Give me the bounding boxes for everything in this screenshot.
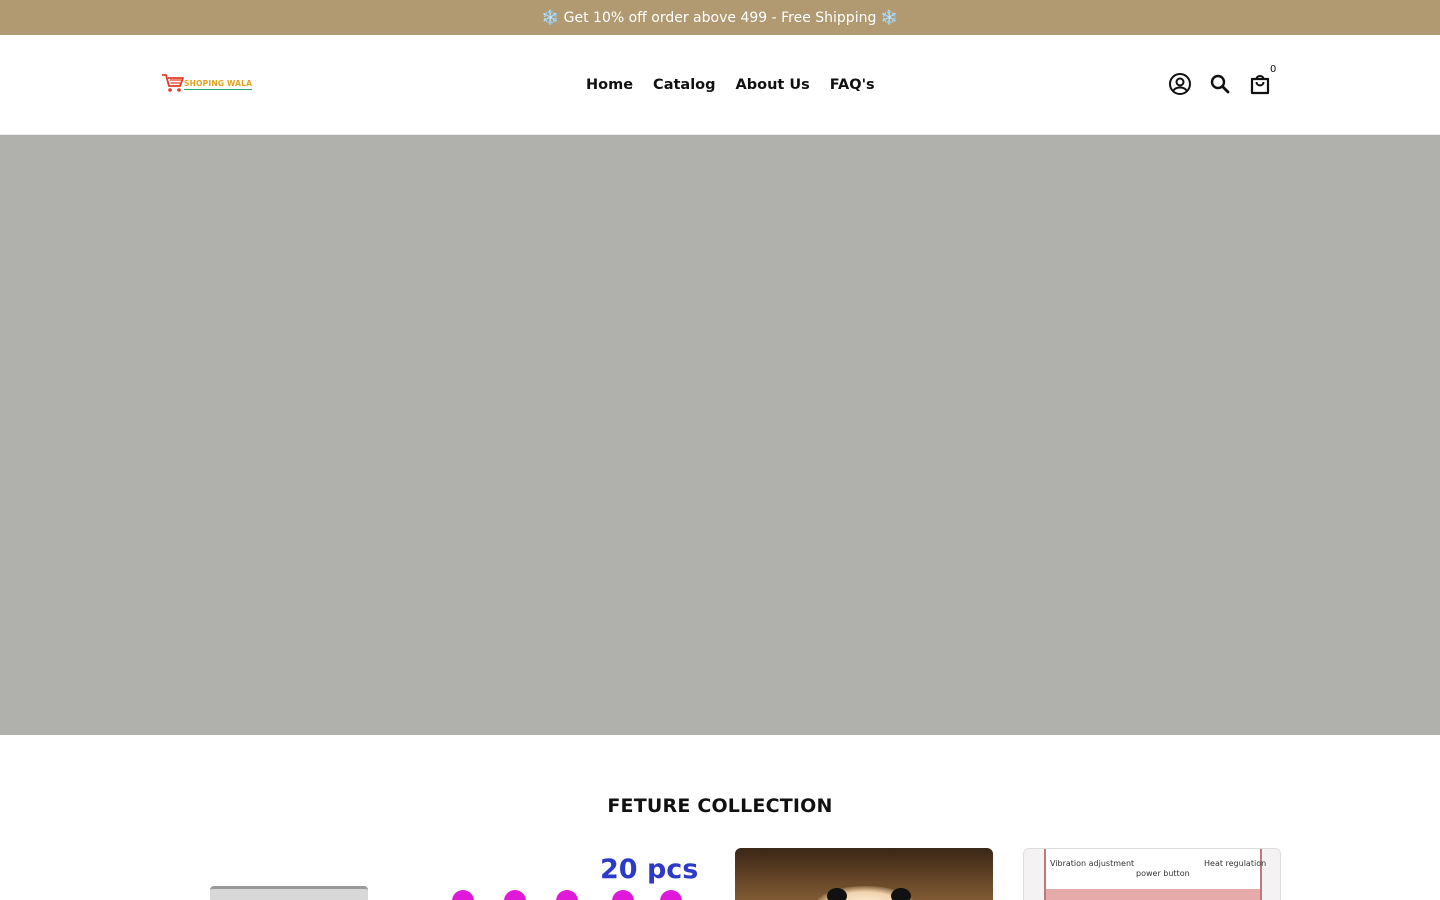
- product-image-2-ball: [556, 890, 578, 900]
- product-image-2-ball: [504, 890, 526, 900]
- product-image-1: [210, 886, 368, 900]
- nav-catalog[interactable]: Catalog: [653, 77, 715, 93]
- search-button[interactable]: [1208, 72, 1232, 96]
- hero-banner[interactable]: [0, 135, 1440, 735]
- product-image-4-band: [1046, 889, 1260, 900]
- account-button[interactable]: [1168, 72, 1192, 96]
- product-card-2[interactable]: 20 pcs: [448, 848, 706, 900]
- shopping-bag-icon: [1248, 72, 1272, 96]
- site-logo[interactable]: SHOPING WALA: [160, 70, 253, 100]
- search-icon: [1208, 72, 1232, 96]
- product-image-4-label: Heat regulation: [1204, 859, 1267, 868]
- product-image-4-label: power button: [1136, 869, 1190, 878]
- product-image-2-ball: [660, 890, 682, 900]
- nav-about-us[interactable]: About Us: [736, 77, 810, 93]
- shopping-cart-icon: [160, 70, 186, 100]
- product-image-2-ball: [612, 890, 634, 900]
- product-image-2-ball: [452, 890, 474, 900]
- section-title: FETURE COLLECTION: [607, 795, 833, 817]
- cart-button[interactable]: [1248, 72, 1272, 96]
- main-nav: Home Catalog About Us FAQ's: [586, 75, 875, 95]
- announcement-text: ❄️ Get 10% off order above 499 - Free Sh…: [541, 9, 899, 26]
- product-card-1[interactable]: [160, 848, 418, 900]
- logo-text: SHOPING WALA: [184, 79, 253, 90]
- product-image-3-ear: [891, 888, 911, 900]
- product-image-3-ear: [827, 888, 847, 900]
- announcement-bar: ❄️ Get 10% off order above 499 - Free Sh…: [0, 0, 1440, 35]
- product-image-2-text: 20 pcs: [600, 854, 699, 885]
- product-card-4[interactable]: Vibration adjustment power button Heat r…: [1023, 848, 1281, 900]
- product-image-4-label: Vibration adjustment: [1050, 859, 1135, 868]
- site-header: SHOPING WALA Home Catalog About Us FAQ's: [0, 35, 1440, 135]
- cart-count-badge: 0: [1270, 64, 1277, 75]
- nav-faqs[interactable]: FAQ's: [830, 77, 875, 93]
- nav-home[interactable]: Home: [586, 77, 633, 93]
- header-icons: 0: [1168, 64, 1280, 98]
- product-card-3[interactable]: [735, 848, 993, 900]
- account-icon: [1168, 72, 1192, 96]
